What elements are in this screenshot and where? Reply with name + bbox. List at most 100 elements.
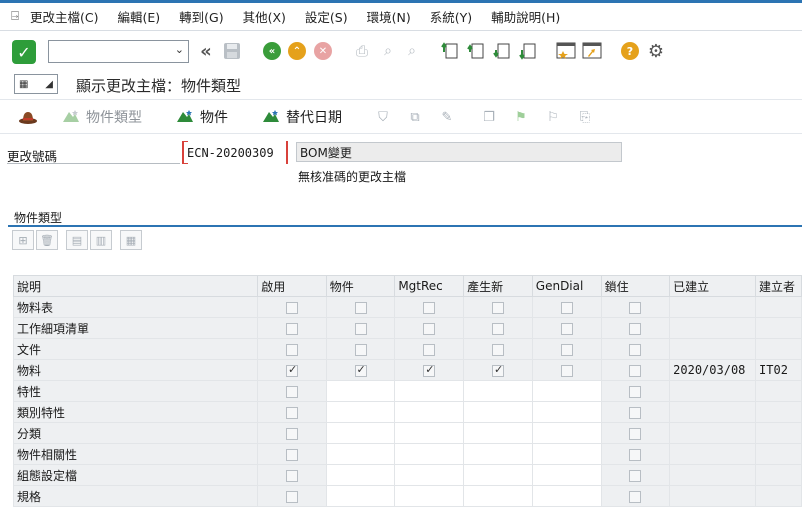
editable-cell[interactable]: [325, 443, 396, 465]
insert-row-icon[interactable]: ⊞: [12, 230, 34, 250]
col-header-creator[interactable]: 建立者: [755, 275, 802, 297]
editable-cell[interactable]: [463, 485, 533, 507]
checkbox[interactable]: [285, 469, 298, 482]
last-page-icon[interactable]: [518, 41, 538, 61]
previous-page-icon[interactable]: [466, 41, 486, 61]
gear-icon[interactable]: ⚙: [646, 41, 666, 62]
exit-icon[interactable]: ⌃: [287, 41, 307, 61]
command-field-box[interactable]: ⌄: [48, 40, 189, 63]
menu-item-goto[interactable]: 轉到(G): [179, 7, 223, 26]
find-icon[interactable]: ⌕: [378, 41, 398, 61]
new-session-icon[interactable]: [556, 41, 576, 61]
checkbox[interactable]: [285, 490, 298, 503]
checkbox[interactable]: [629, 469, 642, 482]
flag-icon[interactable]: ⚑: [512, 108, 530, 126]
col-header-active[interactable]: 啟用: [257, 275, 327, 297]
menu-item-extras[interactable]: 其他(X): [243, 7, 286, 26]
editable-cell[interactable]: [394, 401, 465, 423]
enter-button[interactable]: ✓: [12, 40, 36, 64]
editable-cell[interactable]: [325, 401, 396, 423]
print-icon[interactable]: ⎙: [352, 41, 372, 61]
copy-doc-icon[interactable]: ❐: [480, 108, 498, 126]
editable-cell[interactable]: [463, 380, 533, 402]
object-types-button[interactable]: 物件類型: [62, 107, 142, 127]
checkbox[interactable]: [560, 301, 573, 314]
editable-cell[interactable]: [394, 485, 465, 507]
checkbox[interactable]: [285, 385, 298, 398]
checkbox[interactable]: [629, 427, 642, 440]
col-header-description[interactable]: 說明: [12, 275, 259, 297]
select-all-icon[interactable]: ▤: [66, 230, 88, 250]
collapse-left-icon[interactable]: «: [196, 41, 216, 62]
col-header-gendial[interactable]: GenDial: [531, 275, 602, 297]
checkbox[interactable]: [629, 448, 642, 461]
checkbox[interactable]: [560, 343, 573, 356]
editable-cell[interactable]: [531, 443, 602, 465]
editable-cell[interactable]: [394, 443, 465, 465]
editable-cell[interactable]: [463, 443, 533, 465]
menu-item-environment[interactable]: 環境(N): [367, 7, 411, 26]
editable-cell[interactable]: [463, 464, 533, 486]
checkbox[interactable]: [491, 322, 504, 335]
col-header-mgtrec[interactable]: MgtRec: [394, 275, 465, 297]
save-icon[interactable]: [222, 41, 242, 61]
col-header-object[interactable]: 物件: [325, 275, 396, 297]
find-next-icon[interactable]: ⌕: [402, 41, 422, 61]
checkbox[interactable]: [560, 364, 573, 377]
checkbox[interactable]: [285, 448, 298, 461]
deselect-all-icon[interactable]: ▥: [90, 230, 112, 250]
menu-icon[interactable]: ⍈: [0, 9, 30, 24]
col-header-created[interactable]: 已建立: [669, 275, 757, 297]
checkbox[interactable]: [285, 406, 298, 419]
hat-icon[interactable]: [18, 107, 38, 127]
shortcut-icon[interactable]: [582, 41, 602, 61]
checkbox[interactable]: [285, 343, 298, 356]
menu-item-settings[interactable]: 設定(S): [305, 7, 348, 26]
checkbox[interactable]: [423, 322, 436, 335]
menu-item-help[interactable]: 輔助說明(H): [491, 7, 560, 26]
screen-selector[interactable]: ▦ ◢: [14, 74, 58, 94]
document-settings-icon[interactable]: ⎘: [576, 108, 594, 126]
checkbox[interactable]: [629, 301, 642, 314]
checkered-flag-icon[interactable]: ⚐: [544, 108, 562, 126]
checkbox[interactable]: [629, 343, 642, 356]
checkbox[interactable]: [491, 301, 504, 314]
next-page-icon[interactable]: [492, 41, 512, 61]
checkbox[interactable]: [629, 490, 642, 503]
checkbox[interactable]: [285, 322, 298, 335]
checkbox[interactable]: [354, 301, 367, 314]
checkbox[interactable]: [354, 363, 367, 377]
editable-cell[interactable]: [325, 380, 396, 402]
configure-table-icon[interactable]: ▦: [120, 230, 142, 250]
checkbox[interactable]: [285, 363, 298, 377]
editable-cell[interactable]: [394, 380, 465, 402]
editable-cell[interactable]: [394, 422, 465, 444]
hierarchy-icon[interactable]: ⧉: [406, 108, 424, 126]
editable-cell[interactable]: [394, 464, 465, 486]
editable-cell[interactable]: [531, 380, 602, 402]
menu-item-edit[interactable]: 編輯(E): [117, 7, 160, 26]
editable-cell[interactable]: [325, 422, 396, 444]
filter-icon[interactable]: ⛉: [374, 108, 392, 126]
checkbox[interactable]: [354, 343, 367, 356]
menu-item-change-master[interactable]: 更改主檔(C): [30, 7, 98, 26]
checkbox[interactable]: [629, 322, 642, 335]
back-icon[interactable]: «: [262, 41, 282, 61]
cancel-icon[interactable]: ✕: [313, 41, 333, 61]
checkbox[interactable]: [491, 343, 504, 356]
chevron-down-icon[interactable]: ⌄: [175, 43, 184, 56]
command-field[interactable]: [49, 41, 169, 62]
col-header-locked[interactable]: 鎖住: [600, 275, 671, 297]
objects-button[interactable]: 物件: [176, 107, 228, 127]
editable-cell[interactable]: [463, 401, 533, 423]
delete-row-icon[interactable]: 🗑: [36, 230, 58, 250]
checkbox[interactable]: [354, 322, 367, 335]
first-page-icon[interactable]: [440, 41, 460, 61]
editable-cell[interactable]: [531, 401, 602, 423]
checkbox[interactable]: [423, 343, 436, 356]
checkbox[interactable]: [629, 406, 642, 419]
checkbox[interactable]: [423, 363, 436, 377]
edit-doc-icon[interactable]: ✎: [438, 108, 456, 126]
editable-cell[interactable]: [531, 485, 602, 507]
editable-cell[interactable]: [463, 422, 533, 444]
